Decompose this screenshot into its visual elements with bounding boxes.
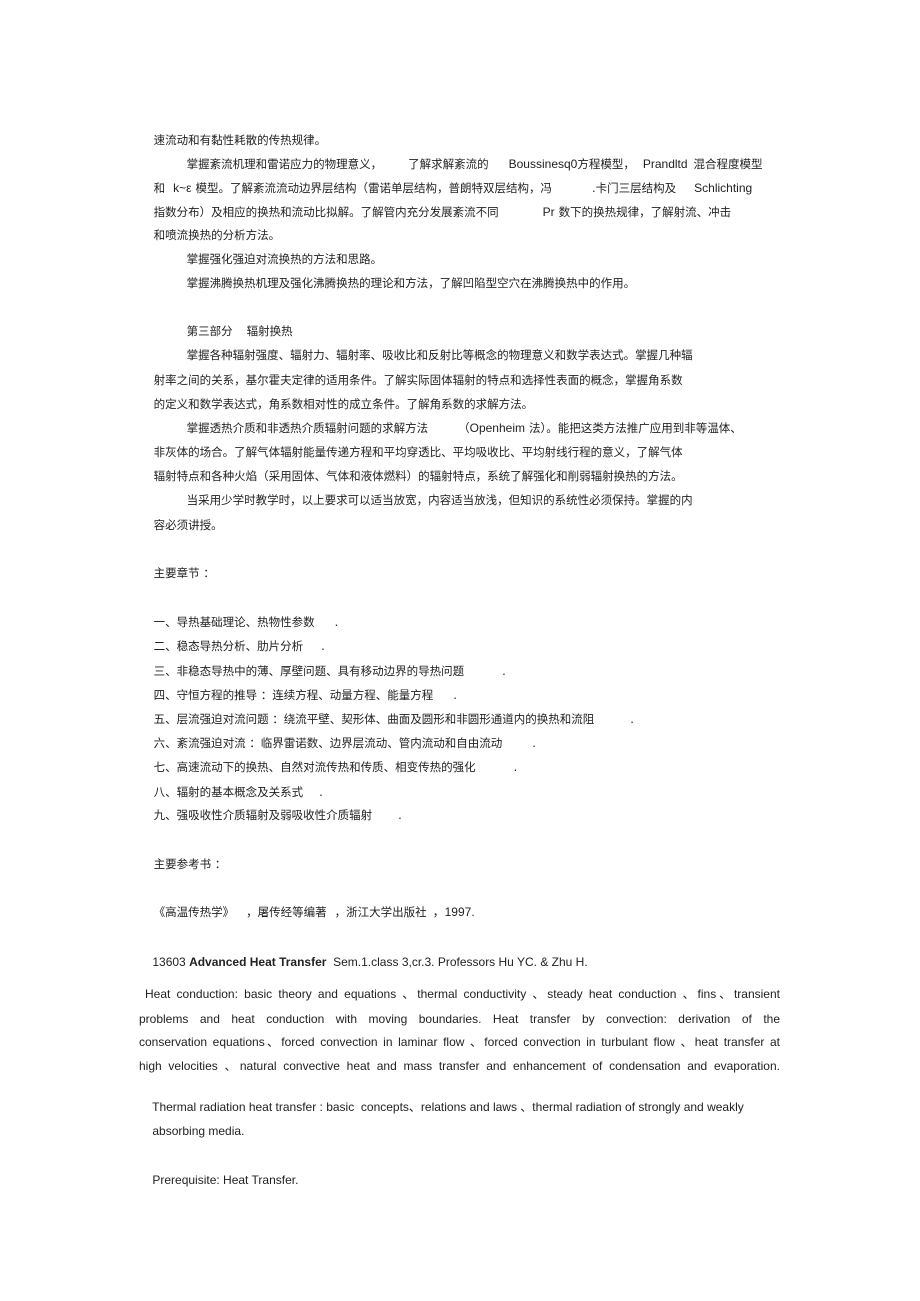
course-description-line: Heat conduction: basic theory and equati…	[139, 986, 780, 1002]
references-heading: 主要参考书 ：	[139, 840, 227, 888]
text: Pr	[542, 205, 555, 219]
teaching-note-line-2: 容必须讲授。	[139, 501, 223, 549]
chapter-text: 九、强吸收性介质辐射及弱吸收性介质辐射	[153, 808, 373, 822]
document-page: 速流动和有黏性耗散的传热规律。 掌握紊流机理和雷诺应力的物理意义， 了解求解紊流的…	[0, 0, 920, 1301]
course-details: Sem.1.class 3,cr.3. Professors Hu YC. & …	[333, 955, 588, 969]
text: Heat conduction: basic theory and equati…	[145, 987, 780, 1001]
course-prerequisite: Prerequisite: Heat Transfer.	[139, 1156, 298, 1204]
teaching-note-line-1: 当采用少学时教学时，以上要求可以适当放宽，内容适当放浅，但知识的系统性必须保持。…	[172, 476, 693, 524]
text: absorbing media.	[152, 1124, 245, 1138]
text: 数下的换热规律，了解射流、冲击	[558, 205, 732, 219]
text: conservation equations、forced convection…	[139, 1035, 780, 1049]
text: high velocities 、natural convective heat…	[139, 1059, 780, 1073]
course-title: Advanced Heat Transfer	[189, 955, 327, 969]
course-description-line: conservation equations、forced convection…	[139, 1034, 780, 1050]
course-header: 13603 Advanced Heat Transfer Sem.1.class…	[139, 938, 588, 986]
book-title: 《高温传热学》	[153, 905, 235, 919]
chapter-end: .	[532, 736, 536, 750]
text: problems and heat conduction with moving…	[139, 1012, 780, 1026]
chapter-end: .	[334, 615, 339, 629]
book-publisher: ，浙江大学出版社	[334, 905, 427, 919]
heading-text: 主要章节 ：	[153, 566, 215, 580]
chapter-end: .	[630, 712, 634, 726]
book-author: ，屠传经等编著	[246, 905, 327, 919]
course-code: 13603	[152, 955, 186, 969]
text: 当采用少学时教学时，以上要求可以适当放宽，内容适当放浅，但知识的系统性必须保持。…	[186, 493, 693, 507]
chapter-item: 九、强吸收性介质辐射及弱吸收性介质辐射.	[139, 791, 402, 839]
text: Prerequisite: Heat Transfer.	[152, 1173, 299, 1187]
book-year: ，1997.	[432, 905, 475, 919]
chapter-end: .	[398, 808, 402, 822]
course-description-line: high velocities 、natural convective heat…	[139, 1058, 780, 1074]
text: 容必须讲授。	[153, 518, 223, 532]
chapters-heading: 主要章节 ：	[139, 549, 215, 597]
course-description-line: absorbing media.	[139, 1107, 244, 1155]
boiling-paragraph: 掌握沸腾换热机理及强化沸腾换热的理论和方法，了解凹陷型空穴在沸腾换热中的作用。	[172, 259, 636, 307]
chapter-end: .	[513, 760, 518, 774]
reference-book: 《高温传热学》 ，屠传经等编著 ，浙江大学出版社 ，1997.	[139, 888, 475, 936]
text: 掌握沸腾换热机理及强化沸腾换热的理论和方法，了解凹陷型空穴在沸腾换热中的作用。	[186, 276, 636, 290]
heading-text: 主要参考书 ：	[153, 857, 227, 871]
course-description-line: problems and heat conduction with moving…	[139, 1011, 780, 1027]
chapter-end: .	[502, 664, 506, 678]
